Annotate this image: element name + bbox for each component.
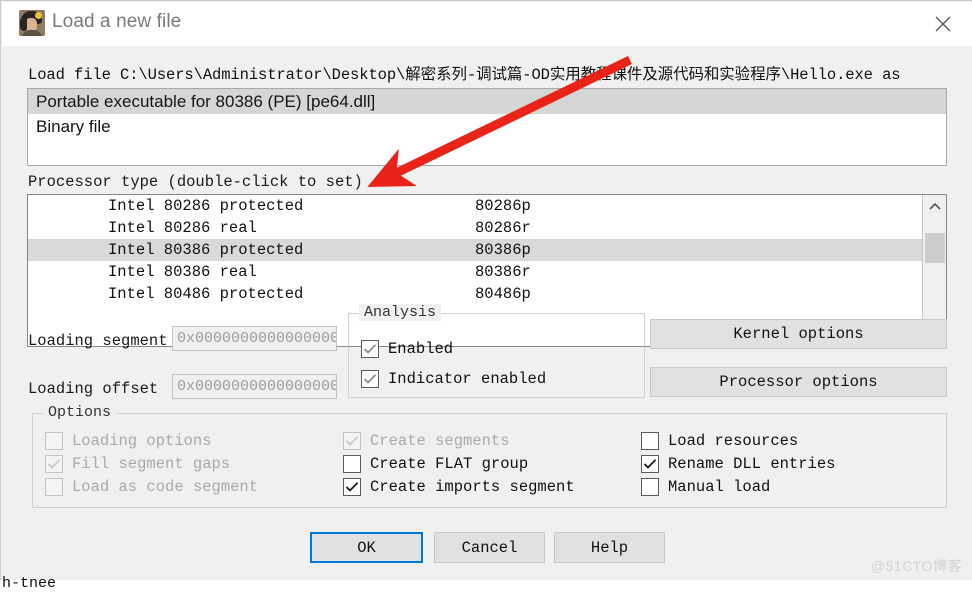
checkbox-label: Manual load bbox=[668, 478, 771, 496]
checkbox-box bbox=[361, 370, 379, 388]
processor-code: 80386r bbox=[475, 263, 531, 281]
close-icon[interactable] bbox=[920, 4, 966, 44]
checkbox-label: Load resources bbox=[668, 432, 799, 450]
processor-code: 80486p bbox=[475, 285, 531, 303]
file-type-item[interactable]: Binary file bbox=[28, 114, 946, 139]
options-group: Options Loading options Fill segment gap… bbox=[32, 404, 947, 508]
help-button[interactable]: Help bbox=[554, 532, 665, 563]
checkbox-box bbox=[641, 455, 659, 473]
ok-button[interactable]: OK bbox=[310, 532, 423, 563]
processor-name: Intel 80386 real bbox=[108, 263, 257, 281]
file-type-list[interactable]: Portable executable for 80386 (PE) [pe64… bbox=[27, 88, 947, 166]
analysis-group-title: Analysis bbox=[359, 304, 442, 321]
processor-row-selected[interactable]: Intel 80386 protected 80386p bbox=[28, 239, 946, 261]
checkbox-label: Load as code segment bbox=[72, 478, 259, 496]
scroll-up-icon[interactable] bbox=[923, 195, 946, 219]
checkbox-label: Loading options bbox=[72, 432, 212, 450]
processor-type-label: Processor type (double-click to set) bbox=[28, 173, 363, 191]
analysis-group: Analysis Enabled Indicator enabled bbox=[348, 304, 645, 398]
checkbox-box bbox=[343, 478, 361, 496]
checkbox-label: Indicator enabled bbox=[388, 370, 547, 388]
loading-segment-input[interactable]: 0x0000000000000000 bbox=[172, 326, 337, 351]
processor-name: Intel 80286 real bbox=[108, 219, 257, 237]
file-type-item[interactable]: Portable executable for 80386 (PE) [pe64… bbox=[28, 89, 946, 114]
checkbox-create-segments[interactable]: Create segments bbox=[343, 432, 510, 450]
checkbox-analysis-enabled[interactable]: Enabled bbox=[361, 340, 453, 358]
checkbox-box bbox=[641, 432, 659, 450]
checkbox-indicator-enabled[interactable]: Indicator enabled bbox=[361, 370, 546, 388]
processor-row[interactable]: Intel 80286 real 80286r bbox=[28, 217, 946, 239]
checkbox-rename-dll-entries[interactable]: Rename DLL entries bbox=[641, 455, 835, 473]
processor-row[interactable]: Intel 80486 protected 80486p bbox=[28, 283, 946, 305]
checkbox-label: Create segments bbox=[370, 432, 510, 450]
checkbox-load-resources[interactable]: Load resources bbox=[641, 432, 798, 450]
processor-options-button[interactable]: Processor options bbox=[650, 367, 947, 397]
checkbox-box bbox=[45, 455, 63, 473]
checkbox-box bbox=[45, 478, 63, 496]
checkbox-box bbox=[641, 478, 659, 496]
dialog-body: Load file C:\Users\Administrator\Desktop… bbox=[2, 46, 972, 580]
checkbox-fill-segment-gaps[interactable]: Fill segment gaps bbox=[45, 455, 230, 473]
checkbox-create-flat-group[interactable]: Create FLAT group bbox=[343, 455, 528, 473]
load-new-file-dialog: Load a new file Load file C:\Users\Admin… bbox=[0, 0, 972, 580]
processor-name: Intel 80386 protected bbox=[108, 241, 304, 259]
checkbox-create-imports-segment[interactable]: Create imports segment bbox=[343, 478, 575, 496]
kernel-options-button[interactable]: Kernel options bbox=[650, 319, 947, 349]
processor-code: 80286r bbox=[475, 219, 531, 237]
checkbox-label: Create FLAT group bbox=[370, 455, 529, 473]
checkbox-label: Rename DLL entries bbox=[668, 455, 836, 473]
loading-offset-label: Loading offset bbox=[28, 380, 159, 398]
options-group-title: Options bbox=[43, 404, 117, 421]
background-text: h-tnee bbox=[2, 575, 57, 592]
checkbox-load-as-code-segment[interactable]: Load as code segment bbox=[45, 478, 258, 496]
loading-segment-label: Loading segment bbox=[28, 332, 168, 350]
ida-logo-icon bbox=[19, 10, 45, 36]
processor-row[interactable]: Intel 80386 real 80386r bbox=[28, 261, 946, 283]
processor-name: Intel 80486 protected bbox=[108, 285, 304, 303]
processor-code: 80286p bbox=[475, 197, 531, 215]
processor-name: Intel 80286 protected bbox=[108, 197, 304, 215]
processor-code: 80386p bbox=[475, 241, 531, 259]
checkbox-box bbox=[361, 340, 379, 358]
cancel-button[interactable]: Cancel bbox=[434, 532, 545, 563]
checkbox-manual-load[interactable]: Manual load bbox=[641, 478, 770, 496]
file-path-label: Load file C:\Users\Administrator\Desktop… bbox=[28, 66, 901, 84]
loading-offset-input[interactable]: 0x0000000000000000 bbox=[172, 374, 337, 399]
checkbox-loading-options[interactable]: Loading options bbox=[45, 432, 212, 450]
checkbox-label: Create imports segment bbox=[370, 478, 575, 496]
checkbox-label: Enabled bbox=[388, 340, 454, 358]
processor-row[interactable]: Intel 80286 protected 80286p bbox=[28, 195, 946, 217]
window-title: Load a new file bbox=[52, 11, 182, 32]
checkbox-label: Fill segment gaps bbox=[72, 455, 231, 473]
checkbox-box bbox=[343, 432, 361, 450]
checkbox-box bbox=[343, 455, 361, 473]
watermark-label: @51CTO博客 bbox=[870, 558, 962, 574]
title-bar: Load a new file bbox=[2, 2, 972, 46]
checkbox-box bbox=[45, 432, 63, 450]
scrollbar-thumb[interactable] bbox=[925, 233, 945, 263]
